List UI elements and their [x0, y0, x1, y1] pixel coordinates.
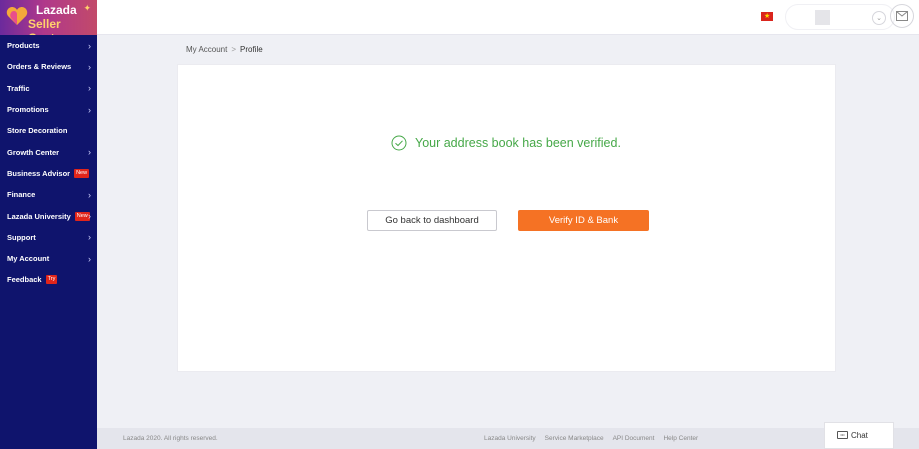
top-header: ★ ⌄	[97, 0, 919, 35]
footer: Lazada 2020. All rights reserved. Lazada…	[97, 428, 919, 449]
sidebar-item-label: My Account	[7, 254, 50, 264]
chevron-right-icon: ›	[88, 104, 91, 115]
sidebar-item-label: Finance	[7, 190, 36, 200]
chevron-right-icon: ›	[88, 232, 91, 243]
sparkle-icon: ✦	[83, 3, 91, 13]
vietnam-flag-icon[interactable]: ★	[761, 12, 773, 21]
breadcrumb-current: Profile	[240, 45, 263, 54]
footer-links: Lazada University Service Marketplace AP…	[484, 435, 707, 442]
footer-link[interactable]: Lazada University	[484, 435, 536, 442]
chat-label: Chat	[851, 431, 868, 440]
chevron-right-icon: ›	[88, 147, 91, 158]
verified-text: Your address book has been verified.	[415, 136, 621, 150]
sidebar-item-support[interactable]: Support ›	[0, 227, 97, 248]
chevron-down-icon[interactable]: ⌄	[872, 11, 886, 25]
sidebar-item-feedback[interactable]: Feedback Try	[0, 269, 97, 290]
breadcrumb: My Account > Profile	[186, 45, 263, 54]
app: Lazada Seller Center ✦ Products›Orders &…	[0, 0, 919, 449]
chevron-right-icon: ›	[88, 40, 91, 51]
chevron-right-icon: ›	[88, 189, 91, 200]
sidebar-item-label: Store Decoration	[7, 126, 68, 136]
sidebar-item-label: Promotions	[7, 105, 49, 115]
avatar	[815, 10, 830, 25]
sidebar-item-promotions[interactable]: Promotions ›	[0, 99, 97, 120]
sidebar-item-orders-reviews[interactable]: Orders & Reviews ›	[0, 56, 97, 77]
chevron-right-icon: ›	[88, 61, 91, 72]
sidebar-item-label: Growth Center	[7, 147, 60, 157]
lazada-heart-icon	[6, 7, 28, 25]
copyright: Lazada 2020. All rights reserved.	[123, 435, 218, 442]
sidebar-item-label: Business Advisor	[7, 168, 71, 178]
sidebar-item-label: Feedback	[7, 275, 42, 285]
footer-link[interactable]: API Document	[613, 435, 655, 442]
sidebar-item-products[interactable]: Products ›	[0, 35, 97, 56]
sidebar-item-business-advisor[interactable]: Business Advisor New	[0, 163, 97, 184]
sidebar: Lazada Seller Center ✦ Products›Orders &…	[0, 0, 97, 449]
back-to-dashboard-button[interactable]: Go back to dashboard	[367, 210, 497, 231]
sidebar-item-finance[interactable]: Finance ›	[0, 184, 97, 205]
breadcrumb-separator: >	[231, 45, 237, 54]
main-card: Your address book has been verified. Go …	[177, 64, 836, 372]
chevron-right-icon: ›	[88, 83, 91, 94]
mail-icon[interactable]	[890, 4, 914, 28]
check-circle-icon	[391, 135, 407, 151]
chat-button[interactable]: ••• Chat	[824, 422, 894, 449]
chevron-right-icon: ›	[88, 253, 91, 264]
sidebar-item-growth-center[interactable]: Growth Center ›	[0, 141, 97, 162]
sidebar-nav: Products › Orders & Reviews › Traffic › Promot…	[0, 35, 97, 291]
logo-brand: Lazada	[36, 3, 77, 17]
chevron-right-icon: ›	[88, 211, 91, 222]
sidebar-item-label: Products	[7, 41, 40, 51]
sidebar-item-lazada-university[interactable]: Lazada University New ›	[0, 205, 97, 226]
new-badge: New	[74, 168, 90, 178]
verified-message: Your address book has been verified.	[391, 135, 621, 151]
user-menu[interactable]: ⌄	[785, 4, 895, 30]
sidebar-item-store-decoration[interactable]: Store Decoration	[0, 120, 97, 141]
footer-link[interactable]: Service Marketplace	[545, 435, 604, 442]
sidebar-item-label: Orders & Reviews	[7, 62, 72, 72]
footer-link[interactable]: Help Center	[663, 435, 698, 442]
logo-sub: Seller Center	[28, 17, 66, 35]
chat-icon: •••	[837, 431, 848, 439]
sidebar-item-label: Lazada University	[7, 211, 71, 221]
sidebar-item-label: Traffic	[7, 83, 30, 93]
new-badge: Try	[45, 275, 58, 285]
verify-id-bank-button[interactable]: Verify ID & Bank	[518, 210, 649, 231]
sidebar-item-label: Support	[7, 232, 36, 242]
sidebar-item-my-account[interactable]: My Account ›	[0, 248, 97, 269]
breadcrumb-parent[interactable]: My Account	[186, 45, 227, 54]
logo[interactable]: Lazada Seller Center ✦	[0, 0, 97, 35]
sidebar-item-traffic[interactable]: Traffic ›	[0, 78, 97, 99]
